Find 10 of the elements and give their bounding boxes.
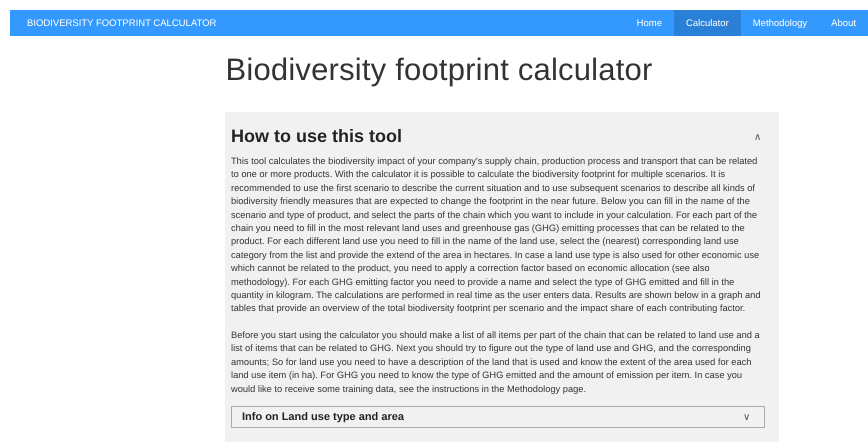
paragraph: This tool calculates the biodiversity impact of your company's supply chain, production process and transport that can be related to one or more products. With the calculator it is possible to calculate the biodiversity footprint for multiple scenarios. It is recommended to use the first scenario to describe the current situation and to use subsequent scenarios to describe all kinds of biodiversity friendly measures that are expected to change the footprint in the near future. Below you can fill in the name of the scenario and type of product, and select the parts of the chain which you want to include in your calculation. For each part of the chain you need to fill in the most relevant land uses and greenhouse gas (GHG) emitting processes that can be related to the product. For each different land use you need to fill in the name of the land use, select the (nearest) corresponding land use category from the list and provide the extend of the area in hectares. In case a land use type is also used for other economic use which cannot be related to the product, you need to apply a correction factor based on economic allocation (see also methodology). For each GHG emitting factor you need to provide a name and select the type of GHG emitted and fill in the quantity in kilogram. The calculations are performed in real time as the user enters data. Results are shown below in a graph and tables that provide an overview of the total biodiversity footprint per scenario and the impact share of each contributing factor. [231, 155, 762, 316]
nav-link[interactable]: About [819, 10, 868, 36]
brand-link[interactable]: BIODIVERSITY FOOTPRINT CALCULATOR [10, 10, 216, 36]
nav-link[interactable]: Home [624, 10, 674, 36]
nav-link[interactable]: Calculator [674, 10, 741, 36]
page-title: Biodiversity footprint calculator [224, 51, 654, 89]
paragraph: Before you start using the calculator you should make a list of all items per part of the chain that can be related to land use and a list of items that can be related to GHG. Next you should try to figure out the type of land use and GHG, and the corresponding amounts; So for land use you need to have a description of the land that is used and know the extent of the area used for each land use item (in ha). For GHG you need to know the type of GHG emitted and the amount of emission per item. In case you would like to receive some training data, see the instructions in the Methodology page. [231, 328, 761, 396]
nav-link[interactable]: Methodology [740, 10, 820, 36]
collapsible-header[interactable]: Info on Land use type and area ∨ [231, 406, 765, 428]
collapsible-header[interactable]: How to use this tool ∧ [231, 126, 765, 147]
